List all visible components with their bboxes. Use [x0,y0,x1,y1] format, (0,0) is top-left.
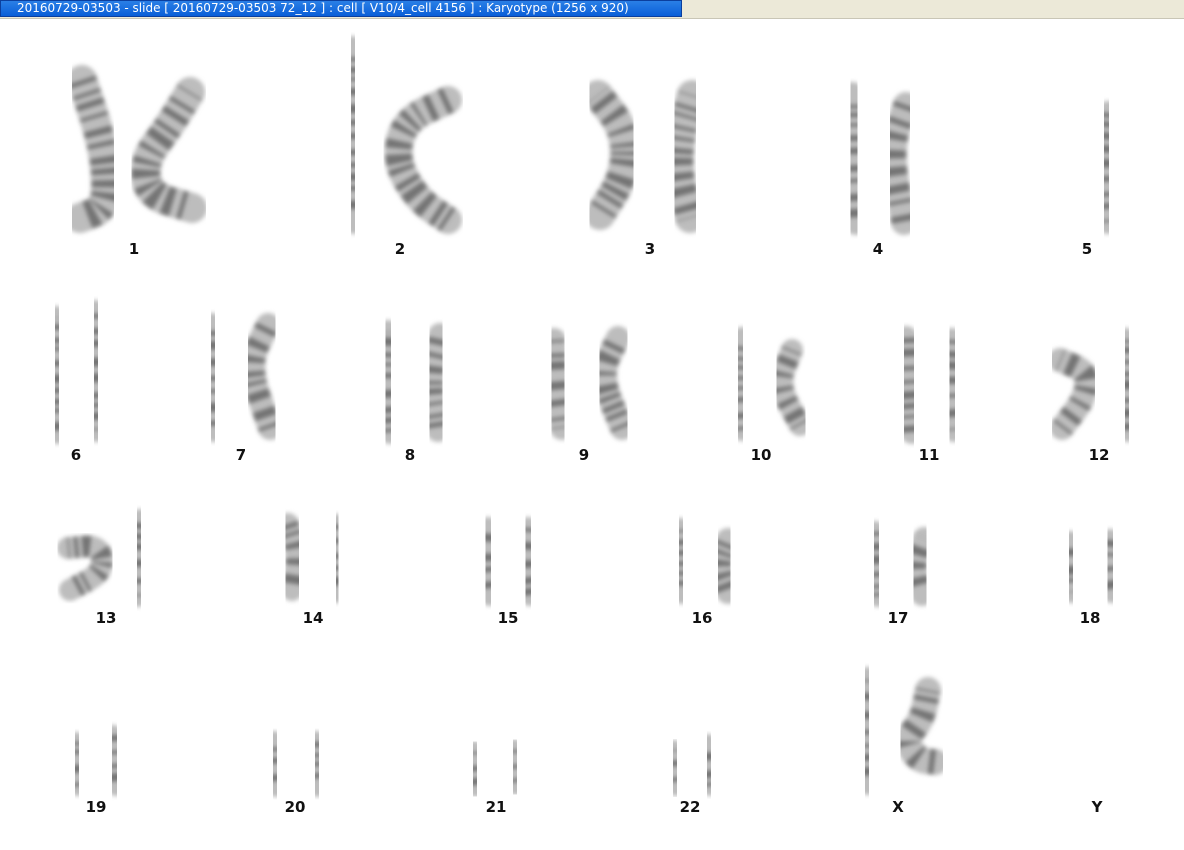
chromosome-label-1: 1 [128,240,140,258]
chromosome-9-homolog-2[interactable] [593,326,634,440]
chromosome-10-homolog-1[interactable] [728,327,753,441]
chromosome-7-homolog-1[interactable] [200,313,226,442]
title-bar: 20160729-03503 - slide [ 20160729-03503 … [0,0,1184,19]
chromosome-pair-11[interactable] [894,326,966,444]
chromosome-22-homolog-2[interactable] [698,734,720,796]
chromosome-pair-17[interactable] [864,521,935,607]
chromosome-label-4: 4 [872,240,884,258]
chromosome-pair-12[interactable] [1048,328,1140,442]
chromosome-pair-21[interactable] [463,739,527,797]
chromosome-17-homolog-1[interactable] [864,521,889,607]
chromosome-pair-14[interactable] [277,513,349,603]
chromosome-pair-19[interactable] [66,725,126,796]
chromosome-label-13: 13 [95,609,117,627]
chromosome-11-homolog-1[interactable] [894,326,924,444]
chromosome-21-homolog-1[interactable] [463,741,487,797]
chromosome-pair-10[interactable] [728,327,811,441]
chromosome-x-homolog-1[interactable] [852,667,881,795]
chromosome-label-18: 18 [1079,609,1101,627]
chromosome-pair-18[interactable] [1059,529,1123,603]
chromosome-pair-20[interactable] [263,731,329,797]
chromosome-pair-3[interactable] [583,80,707,233]
chromosome-2-homolog-1[interactable] [337,36,369,234]
chromosome-label-2: 2 [394,240,406,258]
chromosome-pair-8[interactable] [374,320,452,444]
chromosome-13-homolog-2[interactable] [127,509,151,607]
chromosome-18-homolog-1[interactable] [1059,531,1083,603]
chromosome-pair-15[interactable] [475,517,541,606]
chromosome-4-homolog-2[interactable] [880,92,919,235]
karyotype-canvas: 1 2 3 4 5 6 7 8 9 10 11 12 13 14 15 16 17 18 19 20 21 22 X Y [0,18,1184,850]
chromosome-18-homolog-2[interactable] [1097,529,1123,603]
chromosome-20-homolog-1[interactable] [263,731,287,797]
chromosome-14-homolog-1[interactable] [277,513,308,601]
chromosome-label-16: 16 [691,609,713,627]
chromosome-5-homolog-2[interactable] [1093,101,1120,234]
chromosome-label-3: 3 [644,240,656,258]
window-title[interactable]: 20160729-03503 - slide [ 20160729-03503 … [0,0,682,17]
chromosome-x-homolog-2[interactable] [895,677,948,775]
chromosome-15-homolog-2[interactable] [515,517,541,606]
chromosome-10-homolog-2[interactable] [771,339,811,436]
karyotype-image [44,36,1140,797]
chromosome-12-homolog-2[interactable] [1113,328,1140,442]
chromosome-pair-6[interactable] [44,300,109,444]
chromosome-12-homolog-1[interactable] [1048,348,1099,440]
chromosome-label-20: 20 [284,798,306,816]
chromosome-pair-x[interactable] [852,667,948,795]
chromosome-pair-22[interactable] [664,734,720,796]
chromosome-19-homolog-2[interactable] [103,725,126,796]
chromosome-8-homolog-2[interactable] [420,323,452,442]
chromosome-label-5: 5 [1081,240,1093,258]
chromosome-label-x: X [892,798,904,816]
chromosome-label-19: 19 [85,798,107,816]
chromosome-label-11: 11 [918,446,940,464]
chromosome-pair-1[interactable] [65,65,207,233]
chromosome-21-homolog-2[interactable] [503,739,527,795]
chromosome-pair-2[interactable] [337,36,462,234]
chromosome-14-homolog-2[interactable] [325,514,349,603]
chromosome-16-homolog-2[interactable] [708,528,740,604]
chromosome-pair-9[interactable] [542,326,634,440]
chromosome-4-homolog-1[interactable] [839,82,869,235]
chromosome-label-15: 15 [497,609,519,627]
chromosome-pair-4[interactable] [839,82,919,235]
chromosome-22-homolog-1[interactable] [664,740,686,796]
chromosome-15-homolog-1[interactable] [475,517,501,606]
chromosome-label-7: 7 [235,446,247,464]
chromosome-pair-7[interactable] [200,313,282,442]
chromosome-16-homolog-1[interactable] [668,518,694,604]
chromosome-pair-13[interactable] [57,509,151,607]
chromosome-1-homolog-1[interactable] [65,65,121,233]
chromosome-3-homolog-2[interactable] [663,80,707,233]
chromosome-7-homolog-2[interactable] [241,313,282,440]
chromosome-label-12: 12 [1088,446,1110,464]
chromosome-9-homolog-1[interactable] [542,328,574,440]
chromosome-19-homolog-1[interactable] [66,732,88,796]
chromosome-20-homolog-2[interactable] [305,731,329,797]
chromosome-11-homolog-2[interactable] [938,328,966,442]
chromosome-8-homolog-1[interactable] [374,320,402,444]
chromosome-label-8: 8 [404,446,416,464]
chromosome-label-21: 21 [485,798,507,816]
chromosome-pair-5[interactable] [1054,91,1120,234]
chromosome-6-homolog-2[interactable] [83,300,109,442]
chromosome-label-10: 10 [750,446,772,464]
chromosome-label-17: 17 [887,609,909,627]
chromosome-label-14: 14 [302,609,324,627]
chromosome-3-homolog-1[interactable] [583,80,640,230]
chromosome-2-homolog-2[interactable] [384,86,462,234]
chromosome-pair-16[interactable] [668,518,740,604]
chromosome-label-22: 22 [679,798,701,816]
chromosome-6-homolog-1[interactable] [44,306,70,444]
chromosome-13-homolog-1[interactable] [57,535,114,601]
chromosome-1-homolog-2[interactable] [130,77,207,223]
chromosome-label-6: 6 [70,446,82,464]
chromosome-label-y: Y [1091,798,1103,816]
chromosome-label-9: 9 [578,446,590,464]
chromosome-17-homolog-2[interactable] [905,527,935,606]
